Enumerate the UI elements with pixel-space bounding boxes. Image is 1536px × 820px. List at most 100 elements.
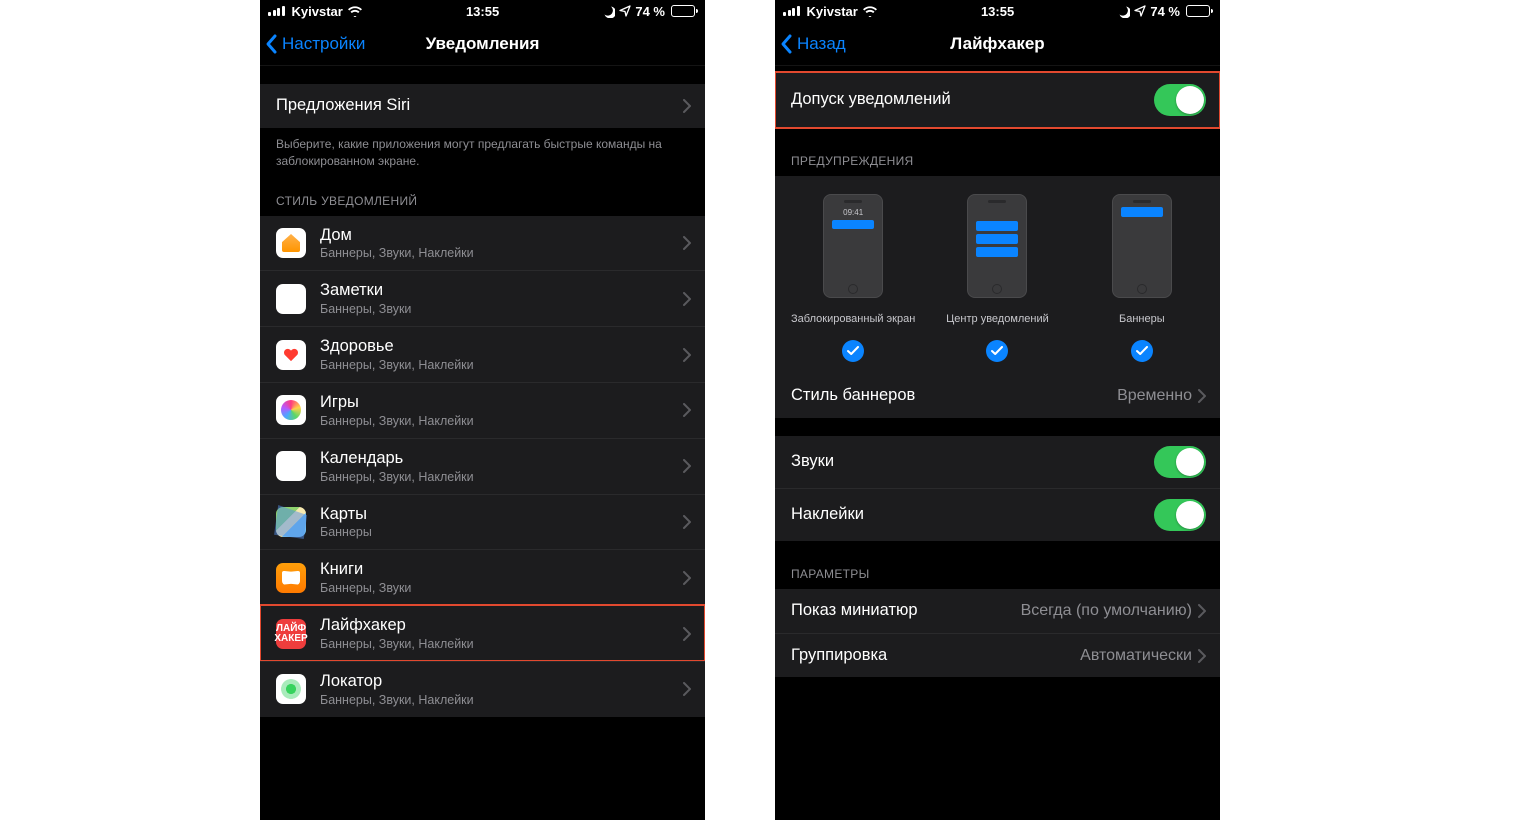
app-sub: Баннеры, Звуки, Наклейки xyxy=(320,470,683,484)
badges-cell: Наклейки xyxy=(775,488,1220,541)
chevron-right-icon xyxy=(683,571,691,585)
badges-toggle[interactable] xyxy=(1154,499,1206,531)
screenshot-notifications-list: Kyivstar 13:55 74 % Настройки Уведомлени… xyxy=(260,0,705,820)
sounds-toggle[interactable] xyxy=(1154,446,1206,478)
cell-title: Звуки xyxy=(791,452,1154,472)
preview-banners[interactable]: Баннеры xyxy=(1070,194,1213,362)
app-cell-notes[interactable]: ЗаметкиБаннеры, Звуки xyxy=(260,270,705,326)
preview-label: Баннеры xyxy=(1119,306,1165,334)
app-cell-books[interactable]: КнигиБаннеры, Звуки xyxy=(260,549,705,605)
app-name: Карты xyxy=(320,505,683,525)
allow-notifications-toggle[interactable] xyxy=(1154,84,1206,116)
nav-title: Лайфхакер xyxy=(950,34,1044,54)
cell-title: Группировка xyxy=(791,646,1080,666)
chevron-right-icon xyxy=(683,627,691,641)
app-sub: Баннеры xyxy=(320,525,683,539)
dnd-moon-icon xyxy=(602,5,615,18)
home-app-icon xyxy=(276,228,306,258)
app-name: Здоровье xyxy=(320,337,683,357)
app-cell-games[interactable]: ИгрыБаннеры, Звуки, Наклейки xyxy=(260,382,705,438)
clock: 13:55 xyxy=(466,4,499,19)
app-name: Книги xyxy=(320,560,683,580)
app-sub: Баннеры, Звуки xyxy=(320,581,683,595)
app-name: Дом xyxy=(320,226,683,246)
status-bar: Kyivstar 13:55 74 % xyxy=(260,0,705,22)
notification-style-header: СТИЛЬ УВЕДОМЛЕНИЙ xyxy=(260,186,705,216)
app-name: Лайфхакер xyxy=(320,616,683,636)
app-name: Календарь xyxy=(320,449,683,469)
options-header: ПАРАМЕТРЫ xyxy=(775,559,1220,589)
back-button[interactable]: Настройки xyxy=(264,22,365,66)
app-sub: Баннеры, Звуки, Наклейки xyxy=(320,414,683,428)
cell-detail: Всегда (по умолчанию) xyxy=(1021,602,1192,620)
cell-title: Стиль баннеров xyxy=(791,386,1117,406)
location-icon xyxy=(1134,5,1146,17)
alerts-header: ПРЕДУПРЕЖДЕНИЯ xyxy=(775,146,1220,176)
preview-lock-screen[interactable]: 09:41 Заблокированный экран xyxy=(782,194,925,362)
preview-label: Центр уведомлений xyxy=(946,306,1049,334)
status-bar: Kyivstar 13:55 74 % xyxy=(775,0,1220,22)
app-name: Заметки xyxy=(320,281,683,301)
signal-icon xyxy=(783,6,800,16)
back-label: Настройки xyxy=(282,34,365,54)
app-cell-findmy[interactable]: ЛокаторБаннеры, Звуки, Наклейки xyxy=(260,661,705,717)
app-sub: Баннеры, Звуки, Наклейки xyxy=(320,637,683,651)
preview-label: Заблокированный экран xyxy=(791,306,915,334)
chevron-right-icon xyxy=(683,236,691,250)
app-name: Игры xyxy=(320,393,683,413)
cell-detail: Временно xyxy=(1117,387,1192,405)
cell-title: Допуск уведомлений xyxy=(791,90,1154,110)
chevron-right-icon xyxy=(1198,389,1206,403)
show-previews-cell[interactable]: Показ миниатюр Всегда (по умолчанию) xyxy=(775,589,1220,633)
clock: 13:55 xyxy=(981,4,1014,19)
chevron-right-icon xyxy=(683,459,691,473)
battery-pct: 74 % xyxy=(635,4,665,19)
battery-pct: 74 % xyxy=(1150,4,1180,19)
preview-notification-center[interactable]: Центр уведомлений xyxy=(926,194,1069,362)
checkmark-icon xyxy=(1131,340,1153,362)
maps-app-icon xyxy=(276,507,306,537)
banner-style-cell[interactable]: Стиль баннеров Временно xyxy=(775,374,1220,418)
sounds-cell: Звуки xyxy=(775,436,1220,488)
find-my-app-icon xyxy=(276,674,306,704)
calendar-app-icon xyxy=(276,451,306,481)
battery-icon xyxy=(671,5,695,17)
siri-suggestions-cell[interactable]: Предложения Siri xyxy=(260,84,705,128)
lifehacker-app-icon: ЛАЙФХАКЕР xyxy=(276,619,306,649)
app-sub: Баннеры, Звуки, Наклейки xyxy=(320,693,683,707)
back-button[interactable]: Назад xyxy=(779,22,846,66)
app-cell-home[interactable]: ДомБаннеры, Звуки, Наклейки xyxy=(260,216,705,271)
wifi-icon xyxy=(862,5,878,17)
app-sub: Баннеры, Звуки, Наклейки xyxy=(320,246,683,260)
chevron-right-icon xyxy=(683,99,691,113)
siri-footer: Выберите, какие приложения могут предлаг… xyxy=(260,128,705,178)
cell-title: Предложения Siri xyxy=(276,96,683,116)
nav-title: Уведомления xyxy=(426,34,540,54)
cell-title: Показ миниатюр xyxy=(791,601,1021,621)
nav-bar: Настройки Уведомления xyxy=(260,22,705,66)
app-cell-maps[interactable]: КартыБаннеры xyxy=(260,494,705,550)
battery-icon xyxy=(1186,5,1210,17)
back-label: Назад xyxy=(797,34,846,54)
carrier-label: Kyivstar xyxy=(292,4,343,19)
chevron-right-icon xyxy=(683,292,691,306)
app-name: Локатор xyxy=(320,672,683,692)
app-cell-cal[interactable]: КалендарьБаннеры, Звуки, Наклейки xyxy=(260,438,705,494)
checkmark-icon xyxy=(986,340,1008,362)
dnd-moon-icon xyxy=(1117,5,1130,18)
cell-title: Наклейки xyxy=(791,505,1154,525)
signal-icon xyxy=(268,6,285,16)
carrier-label: Kyivstar xyxy=(807,4,858,19)
grouping-cell[interactable]: Группировка Автоматически xyxy=(775,633,1220,677)
books-app-icon xyxy=(276,563,306,593)
alert-style-previews: 09:41 Заблокированный экран Центр уведом… xyxy=(775,176,1220,374)
app-cell-health[interactable]: ЗдоровьеБаннеры, Звуки, Наклейки xyxy=(260,326,705,382)
app-cell-lh[interactable]: ЛАЙФХАКЕР ЛайфхакерБаннеры, Звуки, Наклей… xyxy=(260,605,705,661)
chevron-right-icon xyxy=(683,348,691,362)
chevron-right-icon xyxy=(683,403,691,417)
chevron-left-icon xyxy=(779,33,793,55)
notes-app-icon xyxy=(276,284,306,314)
chevron-right-icon xyxy=(683,682,691,696)
health-app-icon xyxy=(276,340,306,370)
chevron-right-icon xyxy=(683,515,691,529)
